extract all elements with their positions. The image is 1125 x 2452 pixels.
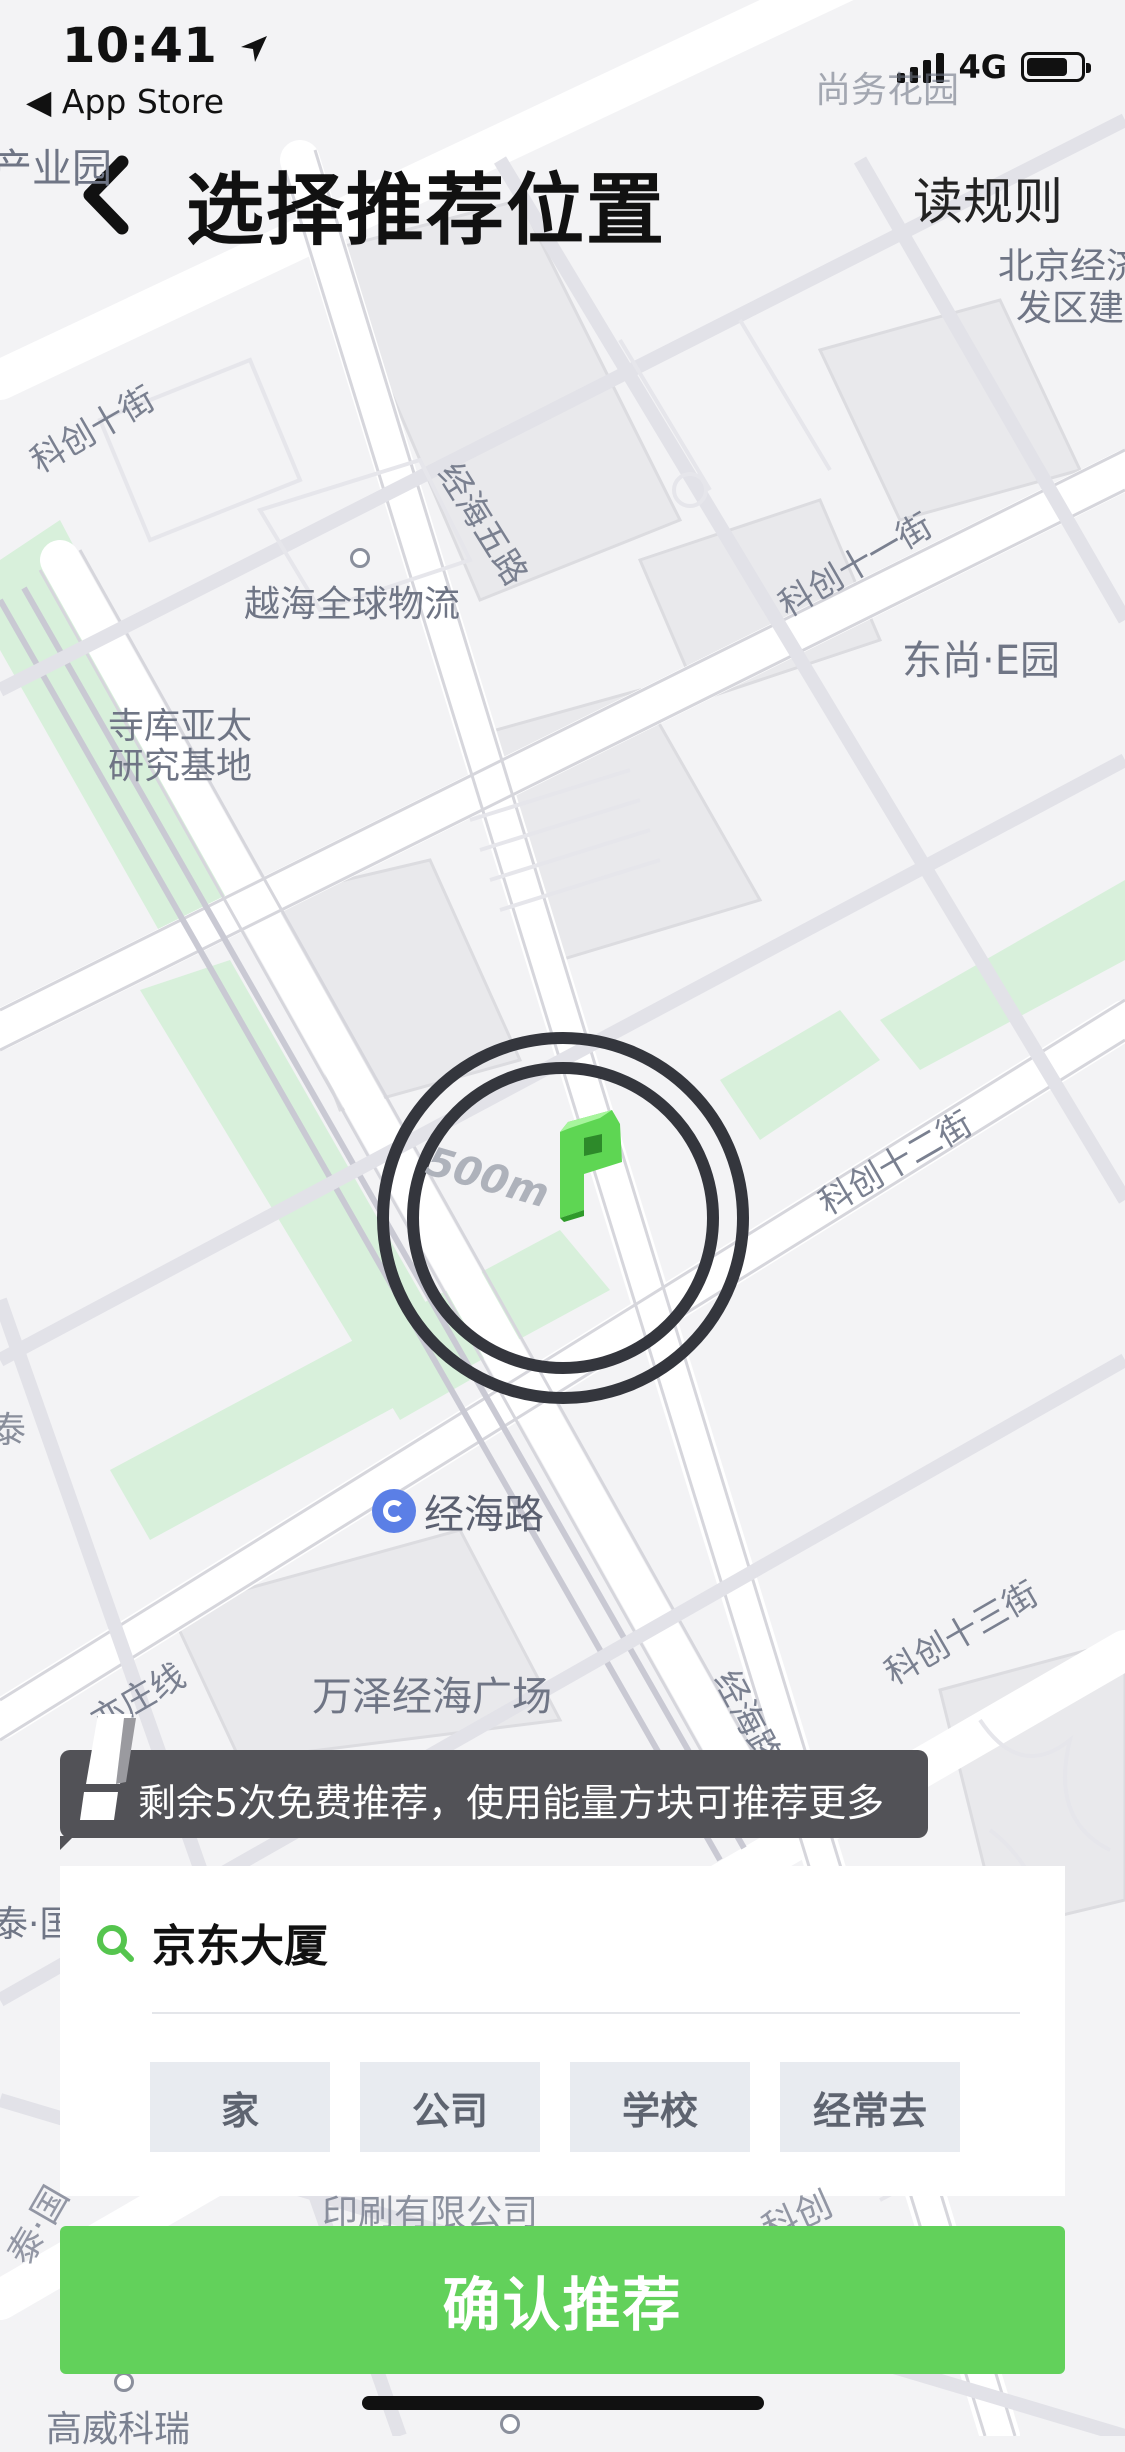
back-to-app-store[interactable]: ◀ App Store bbox=[26, 82, 224, 121]
map-label-industrial-park: 产业园 bbox=[0, 146, 112, 192]
subway-station-label: 经海路 bbox=[424, 1492, 544, 1538]
quick-location-chips: 家 公司 学校 经常去 bbox=[150, 2062, 960, 2152]
map-label-yuehai[interactable]: 越海全球物流 bbox=[244, 584, 460, 625]
chip-frequent[interactable]: 经常去 bbox=[780, 2062, 960, 2152]
map-label-dongshang[interactable]: 东尚·E园 bbox=[902, 638, 1060, 684]
poi-dot-yuehai bbox=[350, 548, 370, 568]
home-indicator[interactable] bbox=[362, 2396, 764, 2410]
confirm-recommend-button[interactable]: 确认推荐 bbox=[60, 2226, 1065, 2374]
search-icon bbox=[97, 1925, 134, 1962]
map-label-siku-2[interactable]: 研究基地 bbox=[108, 746, 252, 787]
free-recommend-tooltip: 剩余5次免费推荐，使用能量方块可推荐更多 bbox=[60, 1714, 928, 1838]
battery-icon bbox=[1021, 52, 1091, 82]
subway-icon bbox=[372, 1489, 416, 1533]
status-time: 10:41 bbox=[62, 18, 269, 74]
poi-dot-bottom bbox=[500, 2414, 520, 2434]
exclamation-icon bbox=[80, 1714, 136, 1820]
tooltip-tail bbox=[60, 1836, 74, 1850]
poi-dot-gaowei bbox=[114, 2372, 134, 2392]
tooltip-text: 剩余5次免费推荐，使用能量方块可推荐更多 bbox=[138, 1781, 885, 1825]
location-arrow-icon bbox=[240, 36, 267, 62]
divider bbox=[152, 2012, 1020, 2014]
map-label-partial: 尚务花园 bbox=[815, 70, 960, 111]
subway-station[interactable]: 经海路 bbox=[372, 1482, 544, 1540]
page-title: 选择推荐位置 bbox=[186, 166, 667, 256]
chip-school[interactable]: 学校 bbox=[570, 2062, 750, 2152]
confirm-label: 确认推荐 bbox=[442, 2271, 683, 2339]
map-label-siku-1[interactable]: 寺库亚太 bbox=[108, 706, 252, 747]
chip-home[interactable]: 家 bbox=[150, 2062, 330, 2152]
map-label-econ-zone-2: 发区建 bbox=[1016, 288, 1125, 329]
location-pin-icon bbox=[560, 1110, 622, 1222]
network-type: 4G bbox=[958, 48, 1007, 86]
rules-link[interactable]: 读规则 bbox=[913, 162, 1063, 234]
map-label-gaowei: 高威科瑞 bbox=[46, 2409, 191, 2450]
map-label-left-cut-upper: 泰 bbox=[0, 1410, 27, 1451]
map-label-econ-zone-1: 北京经济 bbox=[998, 246, 1125, 287]
location-panel: 京东大厦 家 公司 学校 经常去 bbox=[60, 1866, 1065, 2196]
search-input[interactable]: 京东大厦 bbox=[152, 1910, 328, 1974]
chip-company[interactable]: 公司 bbox=[360, 2062, 540, 2152]
map-label-wanze[interactable]: 万泽经海广场 bbox=[312, 1674, 552, 1720]
